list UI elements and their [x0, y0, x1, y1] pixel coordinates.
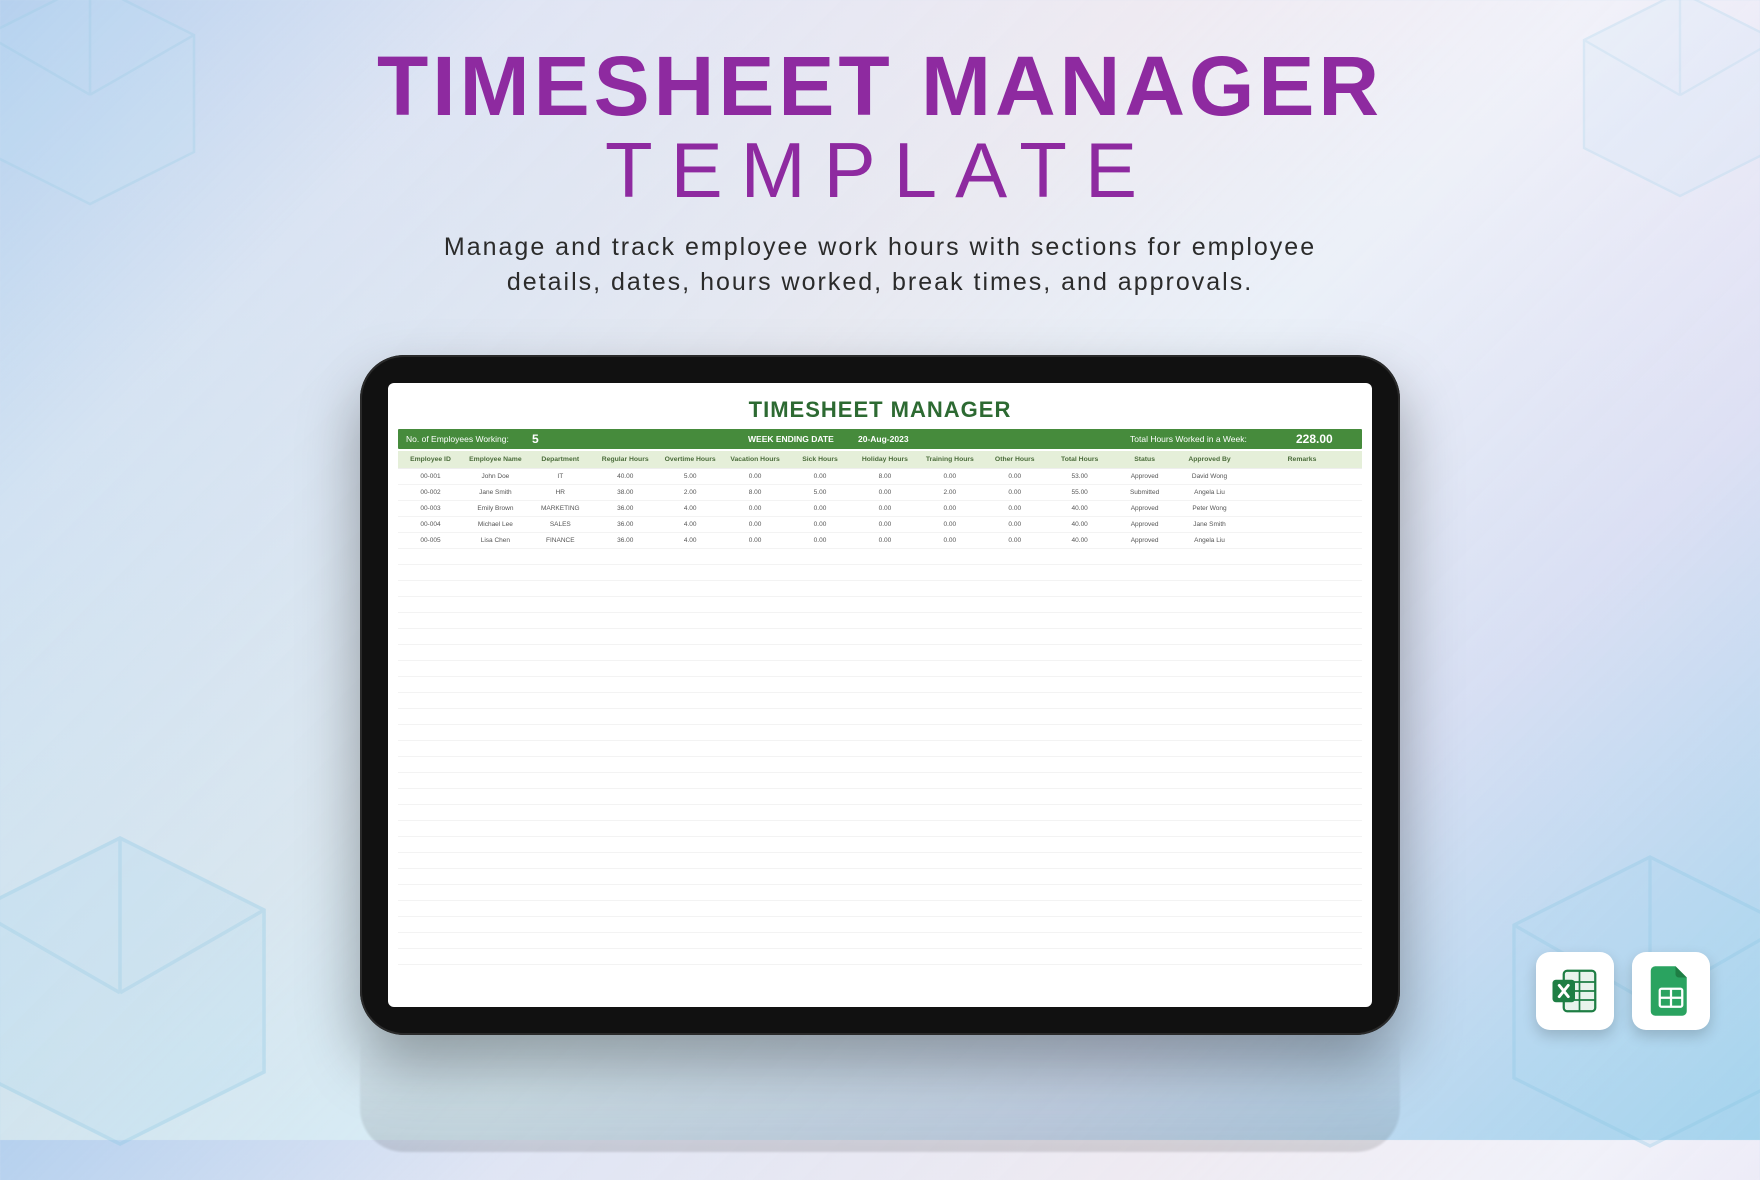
- summary-employees-label: No. of Employees Working:: [398, 434, 518, 444]
- page-title-line1: TIMESHEET MANAGER: [0, 38, 1760, 135]
- excel-icon: [1536, 952, 1614, 1030]
- summary-bar: No. of Employees Working: 5 WEEK ENDING …: [398, 429, 1362, 449]
- summary-total-hours-label: Total Hours Worked in a Week:: [1122, 434, 1282, 444]
- table-row: [398, 885, 1362, 901]
- table-row: [398, 661, 1362, 677]
- table-row: [398, 773, 1362, 789]
- sheet-title: TIMESHEET MANAGER: [398, 397, 1362, 423]
- timesheet-table: Employee IDEmployee NameDepartmentRegula…: [398, 451, 1362, 965]
- col-header: Training Hours: [917, 451, 982, 469]
- col-header: Other Hours: [982, 451, 1047, 469]
- summary-week-ending-value: 20-Aug-2023: [850, 434, 960, 444]
- table-row: [398, 805, 1362, 821]
- summary-total-hours-value: 228.00: [1282, 432, 1362, 446]
- summary-employees-value: 5: [518, 432, 578, 446]
- table-row: [398, 725, 1362, 741]
- table-row: [398, 613, 1362, 629]
- table-row: 00-001John DoeIT40.005.000.000.008.000.0…: [398, 469, 1362, 485]
- tablet-reflection: [360, 1032, 1400, 1152]
- col-header: Employee ID: [398, 451, 463, 469]
- table-row: [398, 581, 1362, 597]
- table-row: [398, 693, 1362, 709]
- spreadsheet-screen: TIMESHEET MANAGER No. of Employees Worki…: [388, 383, 1372, 1007]
- table-row: [398, 565, 1362, 581]
- table-row: [398, 821, 1362, 837]
- table-row: [398, 757, 1362, 773]
- col-header: Sick Hours: [788, 451, 853, 469]
- table-row: 00-005Lisa ChenFINANCE36.004.000.000.000…: [398, 533, 1362, 549]
- google-sheets-icon: [1632, 952, 1710, 1030]
- table-row: [398, 709, 1362, 725]
- table-row: [398, 837, 1362, 853]
- tablet-frame: TIMESHEET MANAGER No. of Employees Worki…: [360, 355, 1400, 1035]
- col-header: Department: [528, 451, 593, 469]
- table-row: [398, 917, 1362, 933]
- table-row: [398, 597, 1362, 613]
- table-row: [398, 869, 1362, 885]
- table-row: [398, 949, 1362, 965]
- col-header: Employee Name: [463, 451, 528, 469]
- page-title-line2: TEMPLATE: [0, 125, 1760, 216]
- table-row: [398, 645, 1362, 661]
- table-row: [398, 853, 1362, 869]
- col-header: Status: [1112, 451, 1177, 469]
- table-row: [398, 933, 1362, 949]
- table-row: 00-003Emily BrownMARKETING36.004.000.000…: [398, 501, 1362, 517]
- table-row: [398, 741, 1362, 757]
- col-header: Remarks: [1242, 451, 1362, 469]
- summary-week-ending-label: WEEK ENDING DATE: [740, 434, 850, 444]
- col-header: Regular Hours: [593, 451, 658, 469]
- table-row: 00-004Michael LeeSALES36.004.000.000.000…: [398, 517, 1362, 533]
- col-header: Total Hours: [1047, 451, 1112, 469]
- col-header: Approved By: [1177, 451, 1242, 469]
- table-row: [398, 789, 1362, 805]
- table-row: [398, 677, 1362, 693]
- table-row: [398, 549, 1362, 565]
- table-row: [398, 901, 1362, 917]
- col-header: Vacation Hours: [723, 451, 788, 469]
- col-header: Holiday Hours: [852, 451, 917, 469]
- table-row: 00-002Jane SmithHR38.002.008.005.000.002…: [398, 485, 1362, 501]
- page-subtitle: Manage and track employee work hours wit…: [0, 230, 1760, 300]
- col-header: Overtime Hours: [658, 451, 723, 469]
- table-row: [398, 629, 1362, 645]
